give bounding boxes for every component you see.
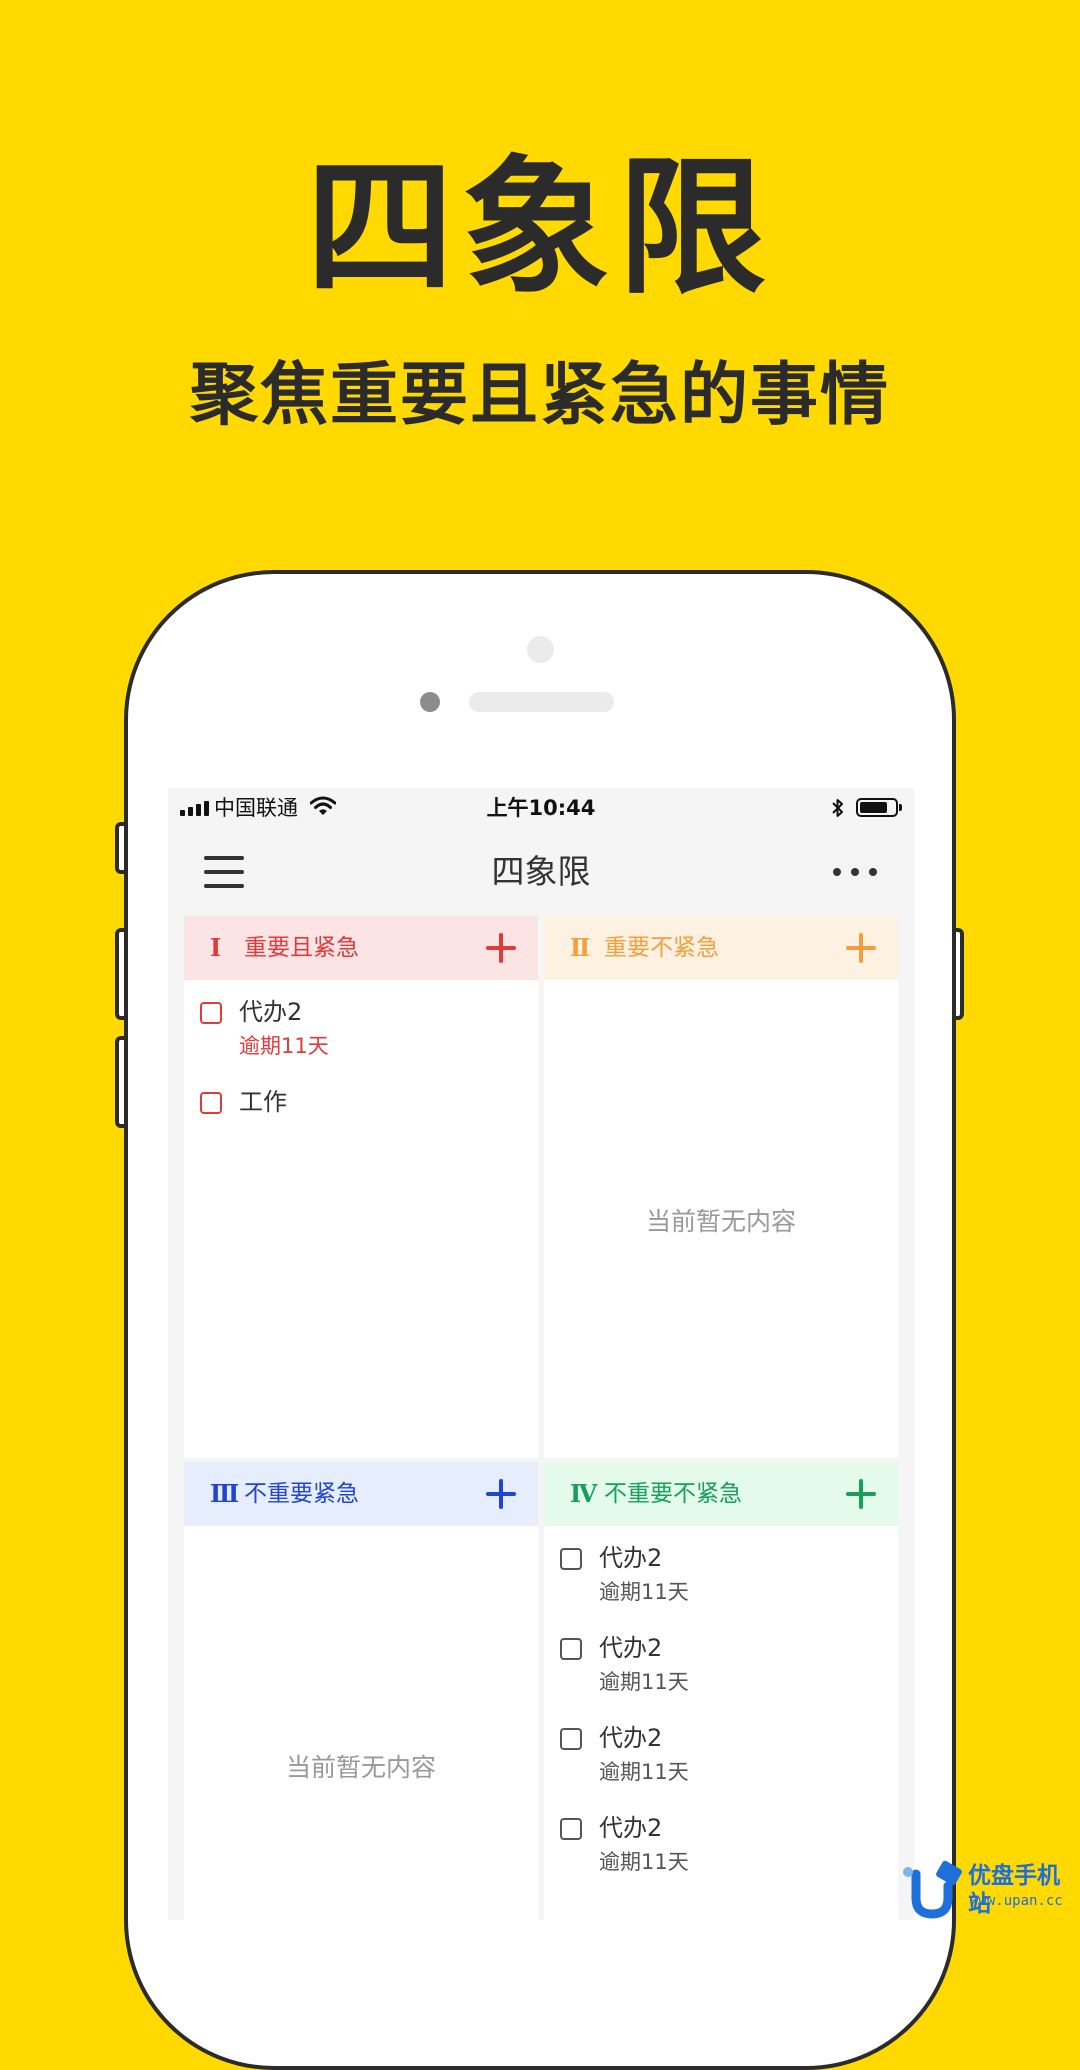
task-title: 代办2 xyxy=(239,998,303,1026)
task-item[interactable]: 工作 xyxy=(184,1070,538,1160)
task-title: 代办2 xyxy=(599,1724,663,1752)
add-task-button[interactable] xyxy=(846,933,876,963)
proximity-sensor xyxy=(420,692,440,712)
empty-state-text: 当前暂无内容 xyxy=(285,1753,436,1782)
status-time: 上午10:44 xyxy=(486,796,596,820)
app-screen: 中国联通 上午10:44 四象限 Ⅰ 重要且紧急 代办2 逾期11天 工作 Ⅱ … xyxy=(168,788,914,1920)
usb-drive-logo-icon xyxy=(903,1860,962,1919)
quadrant-numeral: Ⅳ xyxy=(570,1479,598,1508)
quadrant-numeral: Ⅰ xyxy=(210,933,222,962)
task-item[interactable]: 代办2 逾期11天 xyxy=(544,1706,898,1796)
app-bar: 四象限 xyxy=(168,828,914,916)
task-checkbox[interactable] xyxy=(200,1002,222,1024)
task-checkbox[interactable] xyxy=(560,1728,582,1750)
watermark-url: www.upan.cc xyxy=(970,1893,1063,1909)
site-watermark: 优盘手机站 www.upan.cc xyxy=(898,1856,1080,1920)
add-task-button[interactable] xyxy=(486,1479,516,1509)
task-checkbox[interactable] xyxy=(200,1092,222,1114)
task-checkbox[interactable] xyxy=(560,1818,582,1840)
task-title: 代办2 xyxy=(599,1544,663,1572)
quadrant-label: 不重要紧急 xyxy=(244,1481,359,1507)
quadrant-header: Ⅱ 重要不紧急 xyxy=(544,916,898,980)
quadrant-label: 不重要不紧急 xyxy=(604,1481,742,1507)
more-dots-icon[interactable] xyxy=(833,864,877,880)
quadrant-not-important-urgent: Ⅲ 不重要紧急 当前暂无内容 xyxy=(184,1462,538,1920)
add-task-button[interactable] xyxy=(486,933,516,963)
quadrant-numeral: Ⅲ xyxy=(210,1479,240,1508)
task-due-label: 逾期11天 xyxy=(599,1580,689,1604)
task-item[interactable]: 代办2 逾期11天 xyxy=(544,1526,898,1616)
promo-subtitle: 聚焦重要且紧急的事情 xyxy=(189,356,890,435)
battery-icon xyxy=(856,798,902,817)
quadrant-important-not-urgent: Ⅱ 重要不紧急 当前暂无内容 xyxy=(544,916,898,1458)
status-bar: 中国联通 上午10:44 xyxy=(168,788,914,828)
quadrant-label: 重要不紧急 xyxy=(604,935,719,961)
quadrant-important-urgent: Ⅰ 重要且紧急 代办2 逾期11天 工作 xyxy=(184,916,538,1458)
task-title: 代办2 xyxy=(599,1814,663,1842)
task-checkbox[interactable] xyxy=(560,1638,582,1660)
earpiece-speaker xyxy=(469,692,614,712)
quadrant-header: Ⅲ 不重要紧急 xyxy=(184,1462,538,1526)
add-task-button[interactable] xyxy=(846,1479,876,1509)
task-item[interactable]: 代办2 逾期11天 xyxy=(544,1616,898,1706)
quadrant-not-important-not-urgent: Ⅳ 不重要不紧急 代办2 逾期11天 代办2 逾期11天 代办2 逾期11天 代… xyxy=(544,1462,898,1920)
quadrant-header: Ⅰ 重要且紧急 xyxy=(184,916,538,980)
front-camera xyxy=(527,636,554,663)
quadrant-numeral: Ⅱ xyxy=(570,933,591,962)
quadrant-header: Ⅳ 不重要不紧急 xyxy=(544,1462,898,1526)
task-item[interactable]: 代办2 逾期11天 xyxy=(544,1796,898,1886)
quadrant-label: 重要且紧急 xyxy=(244,935,359,961)
task-checkbox[interactable] xyxy=(560,1548,582,1570)
task-title: 代办2 xyxy=(599,1634,663,1662)
task-due-label: 逾期11天 xyxy=(599,1760,689,1784)
app-title: 四象限 xyxy=(491,852,591,891)
task-due-label: 逾期11天 xyxy=(599,1670,689,1694)
task-due-label: 逾期11天 xyxy=(239,1034,329,1058)
bluetooth-icon xyxy=(832,799,843,817)
task-item[interactable]: 代办2 逾期11天 xyxy=(184,980,538,1070)
empty-state-text: 当前暂无内容 xyxy=(645,1207,796,1236)
task-due-label: 逾期11天 xyxy=(599,1850,689,1874)
task-title: 工作 xyxy=(239,1088,287,1116)
promo-title: 四象限 xyxy=(306,142,774,314)
